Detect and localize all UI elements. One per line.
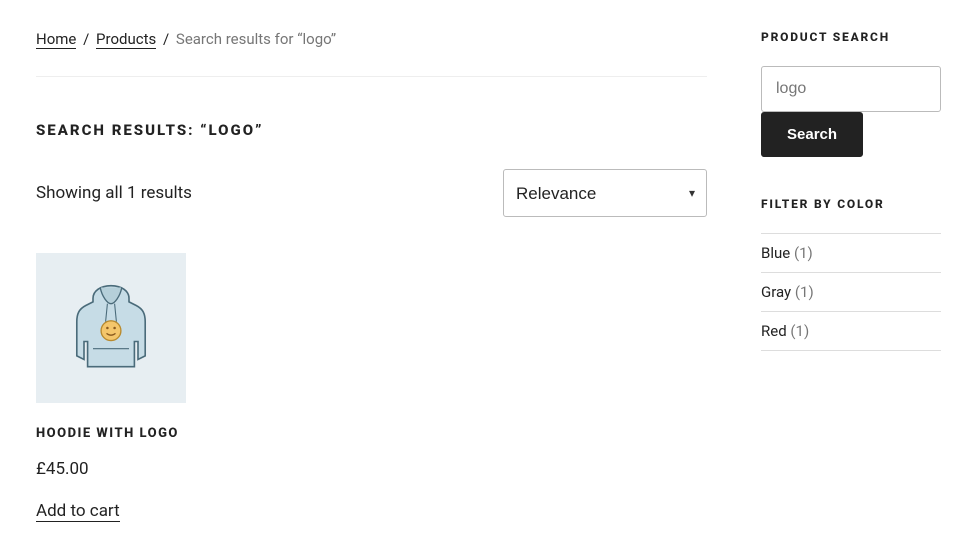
breadcrumb-home[interactable]: Home — [36, 30, 76, 49]
color-filter-item[interactable]: Red (1) — [761, 312, 941, 351]
breadcrumb-sep: / — [83, 30, 89, 48]
filter-by-color-title: FILTER BY COLOR — [761, 197, 941, 211]
hoodie-icon — [66, 278, 156, 378]
product-search-title: PRODUCT SEARCH — [761, 30, 941, 44]
color-filter-label[interactable]: Red — [761, 322, 787, 340]
breadcrumb-products[interactable]: Products — [96, 30, 156, 49]
search-results-heading: SEARCH RESULTS: “LOGO” — [36, 121, 707, 139]
sort-select[interactable]: Relevance — [503, 169, 707, 217]
color-filter-item[interactable]: Blue (1) — [761, 234, 941, 273]
color-filter-count: (1) — [794, 244, 813, 262]
product-card[interactable]: HOODIE WITH LOGO £45.00 Add to cart — [36, 253, 186, 522]
color-filter-label[interactable]: Blue — [761, 244, 790, 262]
add-to-cart-button[interactable]: Add to cart — [36, 501, 120, 522]
result-count: Showing all 1 results — [36, 183, 192, 203]
color-filter-item[interactable]: Gray (1) — [761, 273, 941, 312]
product-search-button[interactable]: Search — [761, 112, 863, 157]
product-thumbnail — [36, 253, 186, 403]
product-search-input[interactable] — [761, 66, 941, 112]
product-price: £45.00 — [36, 459, 186, 479]
breadcrumb-current: Search results for “logo” — [176, 30, 336, 48]
breadcrumb: Home / Products / Search results for “lo… — [36, 30, 707, 77]
color-filter-list: Blue (1) Gray (1) Red (1) — [761, 233, 941, 351]
filter-by-color-widget: FILTER BY COLOR Blue (1) Gray (1) Red (1… — [761, 197, 941, 351]
color-filter-label[interactable]: Gray — [761, 283, 791, 301]
breadcrumb-sep: / — [163, 30, 169, 48]
product-title: HOODIE WITH LOGO — [36, 425, 186, 443]
color-filter-count: (1) — [790, 322, 809, 340]
color-filter-count: (1) — [795, 283, 814, 301]
product-search-widget: PRODUCT SEARCH Search — [761, 30, 941, 157]
